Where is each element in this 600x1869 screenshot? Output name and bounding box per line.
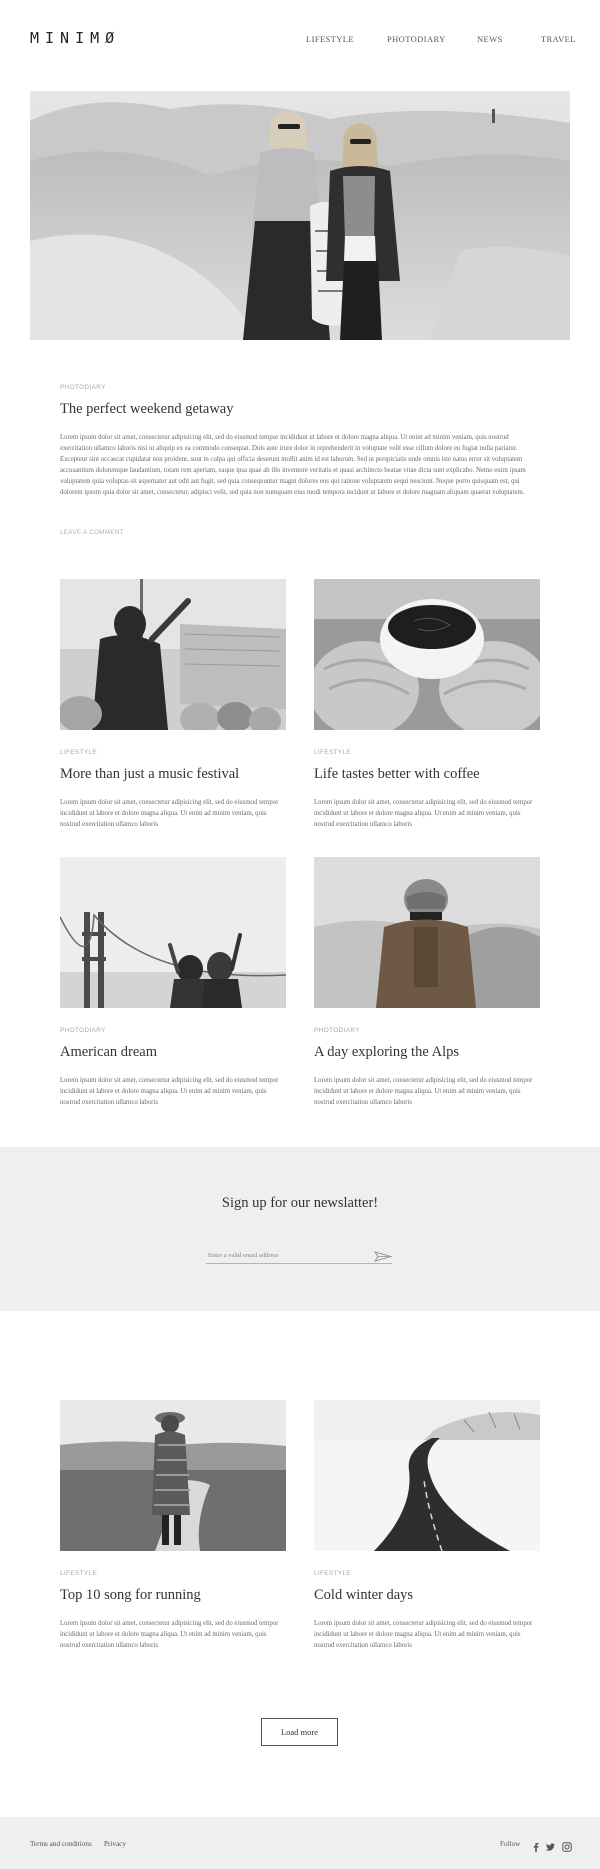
- newsletter-section: Sign up for our newslatter!: [0, 1147, 600, 1311]
- post-title[interactable]: A day exploring the Alps: [314, 1044, 459, 1061]
- facebook-icon[interactable]: [531, 1839, 541, 1852]
- post-title[interactable]: American dream: [60, 1044, 157, 1061]
- post-image-bridge[interactable]: [60, 857, 286, 1008]
- post-category[interactable]: LIFESTYLE: [60, 1570, 97, 1577]
- nav-news[interactable]: NEWS: [477, 34, 503, 44]
- post-excerpt: Lorem ipsum dolor sit amet, consectetur …: [60, 1620, 279, 1649]
- site-header: MINIMØ LIFESTYLE PHOTODIARY NEWS TRAVEL: [0, 0, 600, 80]
- nav-travel[interactable]: TRAVEL: [541, 34, 576, 44]
- post-excerpt: Lorem ipsum dolor sit amet, consectetur …: [60, 799, 279, 828]
- newsletter-email-input[interactable]: [208, 1249, 368, 1261]
- post-excerpt: Lorem ipsum dolor sit amet, consectetur …: [314, 1077, 533, 1106]
- post-category[interactable]: LIFESTYLE: [314, 1570, 351, 1577]
- post-title[interactable]: Top 10 song for running: [60, 1587, 201, 1604]
- featured-title[interactable]: The perfect weekend getaway: [60, 401, 234, 418]
- post-image-running[interactable]: [60, 1400, 286, 1551]
- post-title[interactable]: Life tastes better with coffee: [314, 766, 480, 783]
- post-card: LIFESTYLE Life tastes better with coffee…: [314, 579, 540, 828]
- post-title[interactable]: Cold winter days: [314, 1587, 413, 1604]
- post-category[interactable]: PHOTODIARY: [60, 1027, 106, 1034]
- terms-link[interactable]: Terms and conditions: [30, 1840, 92, 1848]
- post-image-alps[interactable]: [314, 857, 540, 1008]
- post-card: PHOTODIARY American dream Lorem ipsum do…: [60, 857, 286, 1106]
- post-title[interactable]: More than just a music festival: [60, 766, 239, 783]
- post-category[interactable]: PHOTODIARY: [314, 1027, 360, 1034]
- site-logo[interactable]: MINIMØ: [30, 29, 120, 47]
- paper-plane-icon[interactable]: [373, 1249, 393, 1262]
- post-image-winter-road[interactable]: [314, 1400, 540, 1551]
- load-more-button[interactable]: Load more: [261, 1718, 338, 1746]
- newsletter-title: Sign up for our newslatter!: [221, 1195, 379, 1211]
- twitter-icon[interactable]: [545, 1839, 555, 1851]
- post-card: LIFESTYLE Cold winter days Lorem ipsum d…: [314, 1400, 540, 1649]
- instagram-icon[interactable]: [562, 1839, 572, 1852]
- post-card: LIFESTYLE Top 10 song for running Lorem …: [60, 1400, 286, 1649]
- follow-label: Follow: [500, 1840, 521, 1848]
- featured-body: Lorem ipsum dolor sit amet, consectetur …: [60, 434, 526, 496]
- post-category[interactable]: LIFESTYLE: [314, 749, 351, 756]
- post-excerpt: Lorem ipsum dolor sit amet, consectetur …: [60, 1077, 279, 1106]
- privacy-link[interactable]: Privacy: [104, 1840, 126, 1848]
- post-excerpt: Lorem ipsum dolor sit amet, consectetur …: [314, 1620, 533, 1649]
- featured-category[interactable]: PHOTODIARY: [60, 384, 106, 391]
- nav-lifestyle[interactable]: LIFESTYLE: [306, 34, 354, 44]
- post-card: LIFESTYLE More than just a music festiva…: [60, 579, 286, 828]
- nav-photodiary[interactable]: PHOTODIARY: [387, 34, 446, 44]
- post-excerpt: Lorem ipsum dolor sit amet, consectetur …: [314, 799, 533, 828]
- hero-image: [30, 91, 570, 340]
- leave-comment-link[interactable]: LEAVE A COMMENT: [60, 529, 124, 536]
- newsletter-form: [206, 1247, 393, 1264]
- post-category[interactable]: LIFESTYLE: [60, 749, 97, 756]
- post-card: PHOTODIARY A day exploring the Alps Lore…: [314, 857, 540, 1106]
- post-image-coffee[interactable]: [314, 579, 540, 730]
- site-footer: Terms and conditions Privacy Follow: [0, 1817, 600, 1869]
- post-image-festival[interactable]: [60, 579, 286, 730]
